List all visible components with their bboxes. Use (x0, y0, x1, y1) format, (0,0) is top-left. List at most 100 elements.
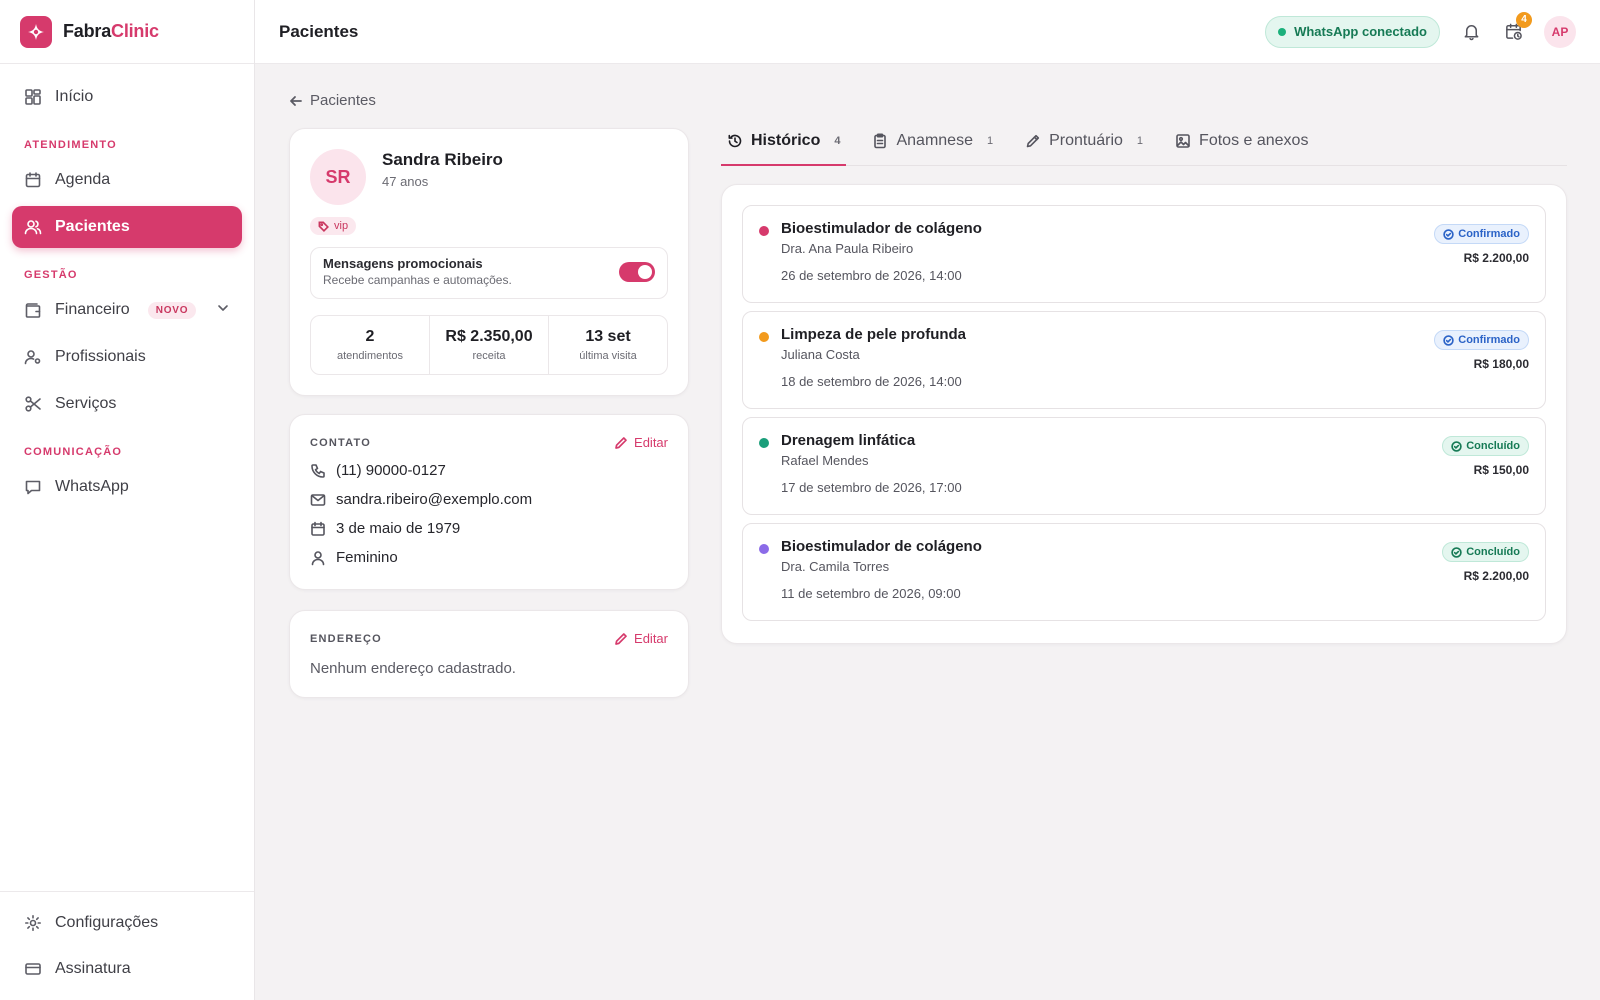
edit-label: Editar (634, 631, 668, 646)
sidebar-item-profissionais[interactable]: Profissionais (12, 336, 242, 378)
birthdate-value: 3 de maio de 1979 (336, 520, 461, 537)
sidebar-item-label: WhatsApp (55, 478, 129, 495)
sidebar-item-servicos[interactable]: Serviços (12, 383, 242, 425)
appointment-datetime: 11 de setembro de 2026, 09:00 (781, 586, 961, 601)
credit-card-icon (25, 963, 41, 975)
message-icon (25, 480, 41, 495)
service-name: Bioestimulador de colágeno (781, 220, 982, 237)
patient-stats: 2 atendimentos R$ 2.350,00 receita 13 se… (310, 314, 668, 375)
pencil-icon (615, 632, 627, 645)
history-icon (728, 134, 742, 148)
edit-contact-button[interactable]: Editar (614, 435, 668, 450)
calendar-icon (25, 172, 41, 188)
sidebar-item-configuracoes[interactable]: Configurações (12, 902, 242, 944)
status-label: Confirmado (1458, 334, 1520, 346)
toggle-knob (638, 264, 652, 279)
professional-name: Dra. Ana Paula Ribeiro (781, 241, 914, 256)
patient-name: Sandra Ribeiro (382, 149, 503, 169)
tab-fotos-anexos[interactable]: Fotos e anexos (1169, 128, 1314, 166)
user-cog-icon (24, 350, 41, 365)
status-badge: Concluído (1442, 436, 1529, 456)
sidebar-item-agenda[interactable]: Agenda (12, 159, 242, 201)
appointment-price: R$ 180,00 (1473, 357, 1529, 371)
history-entry[interactable]: Drenagem linfática Rafael Mendes 17 de s… (742, 417, 1546, 515)
image-icon (1176, 134, 1190, 148)
history-entry[interactable]: Bioestimulador de colágeno Dra. Ana Paul… (742, 205, 1546, 303)
sidebar-bottom: Configurações Assinatura (0, 891, 254, 1000)
sidebar-item-label: Pacientes (55, 218, 130, 235)
brand-name-part2: Clinic (111, 21, 159, 41)
tab-count: 1 (1136, 135, 1144, 147)
patient-identity: Sandra Ribeiro 47 anos (382, 150, 503, 189)
stat-label: receita (472, 349, 506, 362)
stat-value: 2 (365, 327, 375, 345)
profile-header: SR Sandra Ribeiro 47 anos (310, 149, 668, 205)
sidebar-item-label: Serviços (55, 395, 117, 412)
nav-section-title: COMUNICAÇÃO (24, 446, 123, 458)
gender-value: Feminino (336, 549, 398, 566)
address-header: ENDEREÇO Editar (310, 631, 668, 646)
stat-revenue: R$ 2.350,00 receita (430, 315, 549, 374)
address-empty-text: Nenhum endereço cadastrado. (310, 660, 516, 677)
mail-icon (310, 493, 326, 506)
status-label: Concluído (1466, 546, 1520, 558)
status-badge: Confirmado (1434, 224, 1529, 244)
calendar-alerts-count: 4 (1516, 11, 1532, 28)
calendar-icon (311, 521, 325, 536)
contact-title: CONTATO (310, 436, 371, 449)
address-title: ENDEREÇO (310, 632, 382, 645)
calendar-alerts-button[interactable]: 4 (1502, 11, 1532, 43)
bell-icon (1464, 25, 1478, 41)
chevron-down-icon[interactable] (216, 301, 230, 320)
professional-name: Juliana Costa (781, 347, 860, 362)
gear-icon (25, 915, 41, 931)
contact-birthdate: 3 de maio de 1979 (310, 520, 668, 537)
phone-icon (311, 463, 325, 478)
back-to-patients-link[interactable]: Pacientes (289, 92, 376, 109)
brand-name-part1: Fabra (63, 21, 112, 41)
patient-profile-card: SR Sandra Ribeiro 47 anos vip Mensagens … (289, 128, 689, 396)
stat-label: última visita (579, 349, 637, 362)
sidebar-item-pacientes[interactable]: Pacientes (12, 206, 242, 248)
service-name: Drenagem linfática (781, 432, 916, 449)
contact-email: sandra.ribeiro@exemplo.com (310, 491, 668, 508)
professional-name: Dra. Camila Torres (781, 559, 890, 574)
promo-toggle[interactable] (619, 261, 655, 282)
sidebar: FabraClinic Início ATENDIMENTO Agenda Pa… (0, 0, 255, 1000)
brand[interactable]: FabraClinic (0, 0, 254, 64)
tab-anamnese[interactable]: Anamnese 1 (866, 128, 999, 166)
status-dot-icon (1278, 27, 1287, 36)
history-entry[interactable]: Limpeza de pele profunda Juliana Costa 1… (742, 311, 1546, 409)
service-color-dot (759, 332, 769, 342)
sidebar-item-label: Início (55, 88, 94, 105)
email-value: sandra.ribeiro@exemplo.com (336, 491, 533, 508)
patient-tag[interactable]: vip (310, 217, 357, 235)
status-badge: Confirmado (1434, 330, 1529, 350)
sidebar-item-financeiro[interactable]: Financeiro NOVO (12, 289, 242, 331)
tag-icon (318, 221, 329, 232)
tab-historico[interactable]: Histórico 4 (721, 128, 847, 166)
stat-label: atendimentos (336, 349, 404, 362)
promo-title: Mensagens promocionais (323, 255, 483, 271)
contact-gender: Feminino (310, 549, 668, 566)
appointment-price: R$ 2.200,00 (1463, 251, 1529, 265)
promo-messages-setting: Mensagens promocionais Recebe campanhas … (310, 246, 668, 299)
history-entry[interactable]: Bioestimulador de colágeno Dra. Camila T… (742, 523, 1546, 621)
edit-address-button[interactable]: Editar (614, 631, 668, 646)
service-color-dot (759, 438, 769, 448)
sidebar-item-label: Assinatura (55, 960, 131, 977)
address-card: ENDEREÇO Editar Nenhum endereço cadastra… (289, 610, 689, 698)
status-label: Confirmado (1458, 228, 1520, 240)
stat-value: R$ 2.350,00 (445, 327, 533, 345)
tab-prontuario[interactable]: Prontuário 1 (1019, 128, 1149, 166)
sidebar-nav: Início ATENDIMENTO Agenda Pacientes GEST… (0, 64, 254, 508)
brand-name: FabraClinic (63, 21, 159, 42)
check-circle-icon (1451, 440, 1462, 452)
sidebar-item-inicio[interactable]: Início (12, 76, 242, 118)
sidebar-item-whatsapp[interactable]: WhatsApp (12, 466, 242, 508)
notifications-button[interactable] (1460, 21, 1482, 43)
sidebar-item-assinatura[interactable]: Assinatura (12, 948, 242, 990)
whatsapp-status-badge[interactable]: WhatsApp conectado (1265, 15, 1440, 48)
logo-icon (20, 15, 52, 48)
user-avatar[interactable]: AP (1544, 15, 1576, 48)
